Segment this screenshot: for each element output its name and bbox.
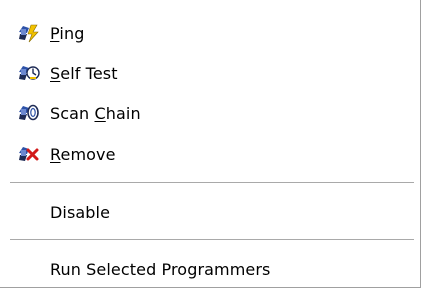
context-menu: Ping Self Test Scan Chain Remove Disable… bbox=[0, 0, 421, 288]
menu-item-label: Scan Chain bbox=[50, 103, 141, 123]
self-test-icon bbox=[16, 62, 40, 84]
menu-item-disable[interactable]: Disable bbox=[50, 199, 110, 225]
menu-item-remove[interactable]: Remove bbox=[16, 141, 116, 167]
menu-item-run-selected-programmers[interactable]: Run Selected Programmers bbox=[50, 256, 270, 282]
menu-item-label: Ping bbox=[50, 23, 85, 43]
menu-item-scan-chain[interactable]: Scan Chain bbox=[16, 100, 141, 126]
menu-item-label: Run Selected Programmers bbox=[50, 259, 271, 279]
ping-icon bbox=[16, 22, 40, 44]
scan-chain-icon bbox=[16, 102, 40, 124]
menu-item-label: Disable bbox=[50, 202, 111, 222]
menu-separator bbox=[10, 182, 414, 183]
menu-item-self-test[interactable]: Self Test bbox=[16, 60, 118, 86]
menu-item-ping[interactable]: Ping bbox=[16, 20, 84, 46]
menu-item-label: Remove bbox=[50, 144, 116, 164]
menu-item-label: Self Test bbox=[50, 63, 118, 83]
menu-separator bbox=[10, 239, 414, 240]
remove-icon bbox=[16, 143, 40, 165]
